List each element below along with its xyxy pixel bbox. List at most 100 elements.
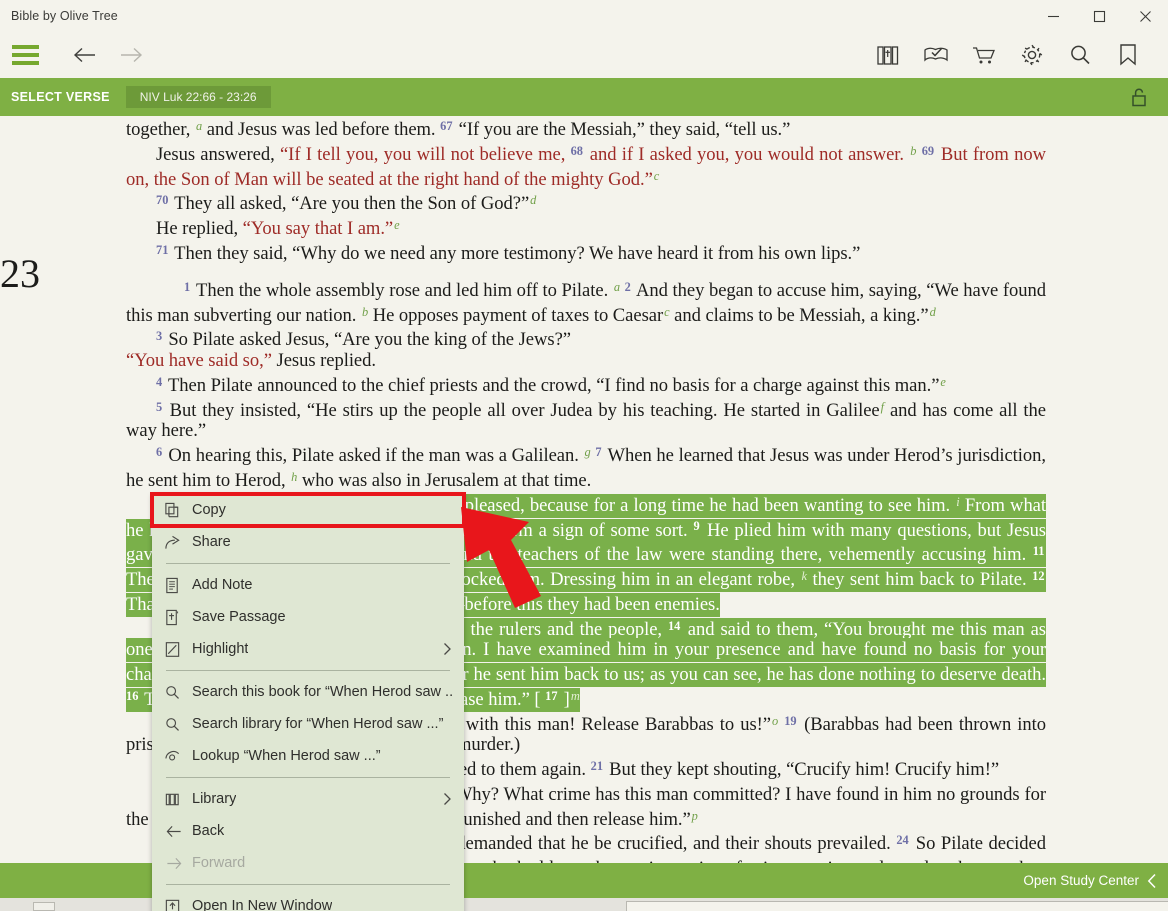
nav-back-button[interactable]: [62, 32, 108, 78]
scripture-text: who was also in Jerusalem at that time.: [297, 470, 591, 491]
footnote-marker: d: [529, 193, 536, 207]
scripture-text: On hearing this, Pilate asked if the man…: [168, 445, 583, 466]
words-of-jesus: and if I asked you, you would not answer…: [590, 144, 910, 165]
lookup-eye-icon: [164, 748, 181, 765]
menu-item-add-note[interactable]: Add Note: [152, 569, 464, 601]
scripture-paragraph: 4 Then Pilate announced to the chief pri…: [126, 372, 1046, 397]
scripture-paragraph: 6 On hearing this, Pilate asked if the m…: [126, 442, 1046, 492]
arrow-right-icon: [164, 855, 184, 872]
scripture-text: —before this they had been enemies.: [441, 594, 720, 615]
scripture-text: ]: [564, 689, 570, 710]
scripture-text: Jesus replied.: [272, 350, 376, 371]
menu-item-library[interactable]: Library: [152, 783, 464, 815]
footnote-marker: a: [613, 280, 620, 294]
scripture-paragraph: 1 Then the whole assembly rose and led h…: [126, 277, 1046, 327]
menu-item-share[interactable]: Share: [152, 526, 464, 558]
lock-toggle-button[interactable]: [1124, 82, 1154, 112]
menu-item-highlight[interactable]: Highlight: [152, 633, 464, 665]
words-of-jesus: “If I tell you, you will not believe me,: [280, 144, 571, 165]
scripture-paragraph: 3 So Pilate asked Jesus, “Are you the ki…: [126, 326, 1046, 351]
window-controls: [1030, 0, 1168, 32]
verse-number: 11: [1033, 544, 1046, 558]
store-cart-icon: [971, 43, 997, 67]
menu-item-lookup[interactable]: Lookup “When Herod saw ...”: [152, 740, 464, 772]
footnote-marker: e: [939, 375, 945, 389]
background-window-panel: [626, 901, 1168, 911]
scripture-paragraph: He replied, “You say that I am.”e: [126, 215, 1046, 240]
share-icon-wrap: [164, 534, 192, 551]
search-button[interactable]: [1056, 32, 1104, 78]
scripture-text: [916, 144, 921, 165]
verse-number: 68: [571, 144, 585, 158]
menu-separator: [166, 670, 450, 671]
nav-forward-button[interactable]: [108, 32, 154, 78]
menu-item-search-book[interactable]: Search this book for “When Herod saw ...…: [152, 676, 464, 708]
context-menu[interactable]: Copy Share Add Note Save Passage Highlight Se…: [152, 494, 464, 911]
footnote-marker: p: [691, 809, 698, 823]
close-button[interactable]: [1122, 0, 1168, 32]
share-icon: [164, 534, 181, 551]
verse-reference-chip[interactable]: NIV Luk 22:66 - 23:26: [126, 86, 271, 108]
scripture-text: Jesus answered,: [156, 144, 280, 165]
verse-number: 19: [784, 714, 798, 728]
open-study-center-button[interactable]: Open Study Center: [1023, 873, 1158, 889]
maximize-button[interactable]: [1076, 0, 1122, 32]
scripture-paragraph: “You have said so,” Jesus replied.: [126, 351, 1046, 372]
verse-number: 1: [184, 280, 192, 294]
select-verse-label: SELECT VERSE: [11, 90, 110, 104]
scripture-paragraph: Jesus answered, “If I tell you, you will…: [126, 141, 1046, 191]
verse-number: 16: [126, 689, 140, 703]
menu-item-back[interactable]: Back: [152, 815, 464, 847]
verse-number: 5: [156, 400, 164, 414]
minimize-icon: [1047, 10, 1060, 23]
menu-item-copy[interactable]: Copy: [152, 494, 464, 526]
verse-number: 12: [1032, 569, 1046, 583]
arrow-left-icon: [71, 45, 99, 65]
minimize-button[interactable]: [1030, 0, 1076, 32]
menu-item-search-library[interactable]: Search library for “When Herod saw ...”: [152, 708, 464, 740]
verse-number: 17: [545, 689, 559, 703]
menu-item-label: Share: [192, 534, 231, 550]
open-new-window-icon: [164, 898, 181, 911]
scripture-text: He opposes payment of taxes to Caesar: [368, 305, 663, 326]
hamburger-menu-button[interactable]: [2, 32, 48, 78]
footnote-marker: d: [929, 305, 936, 319]
open-new-window-icon-wrap: [164, 898, 192, 911]
save-passage-icon: [164, 609, 181, 626]
menu-item-label: Back: [192, 823, 224, 839]
menu-item-forward: Forward: [152, 847, 464, 879]
highlight-pen-icon-wrap: [164, 641, 192, 658]
menu-item-label: Open In New Window: [192, 898, 332, 911]
hamburger-menu-icon: [12, 45, 39, 49]
menu-separator: [166, 777, 450, 778]
footnote-marker: c: [653, 169, 659, 183]
scripture-text: [620, 280, 625, 301]
words-of-jesus: “You say that I am.”: [243, 218, 393, 239]
scripture-text: they sent him back to Pilate.: [807, 569, 1032, 590]
store-button[interactable]: [960, 32, 1008, 78]
open-study-center-label: Open Study Center: [1023, 873, 1139, 888]
scripture-text: He replied,: [156, 218, 243, 239]
footnote-marker: m: [570, 689, 580, 703]
settings-button[interactable]: [1008, 32, 1056, 78]
menu-item-label: Save Passage: [192, 609, 286, 625]
menu-item-label: Copy: [192, 502, 226, 518]
search-icon: [164, 716, 181, 733]
chapter-number: 23: [0, 254, 40, 294]
library-button[interactable]: [864, 32, 912, 78]
menu-item-save-passage[interactable]: Save Passage: [152, 601, 464, 633]
verse-number: 2: [625, 280, 633, 294]
app-window: Bible by Olive Tree: [0, 0, 1168, 911]
reading-plan-button[interactable]: [912, 32, 960, 78]
save-passage-icon-wrap: [164, 609, 192, 626]
library-icon: [164, 791, 181, 808]
bookmark-button[interactable]: [1104, 32, 1152, 78]
menu-item-open-new-window[interactable]: Open In New Window: [152, 890, 464, 911]
arrow-left-icon-wrap: [164, 823, 192, 840]
library-icon: [875, 43, 901, 67]
scripture-text: But they kept shouting, “Crucify him! Cr…: [609, 759, 999, 780]
toolbar-right-icons: [864, 32, 1168, 78]
note-icon: [164, 577, 181, 594]
menu-item-label: Search this book for “When Herod saw ...…: [192, 684, 452, 700]
search-icon: [1067, 42, 1093, 68]
